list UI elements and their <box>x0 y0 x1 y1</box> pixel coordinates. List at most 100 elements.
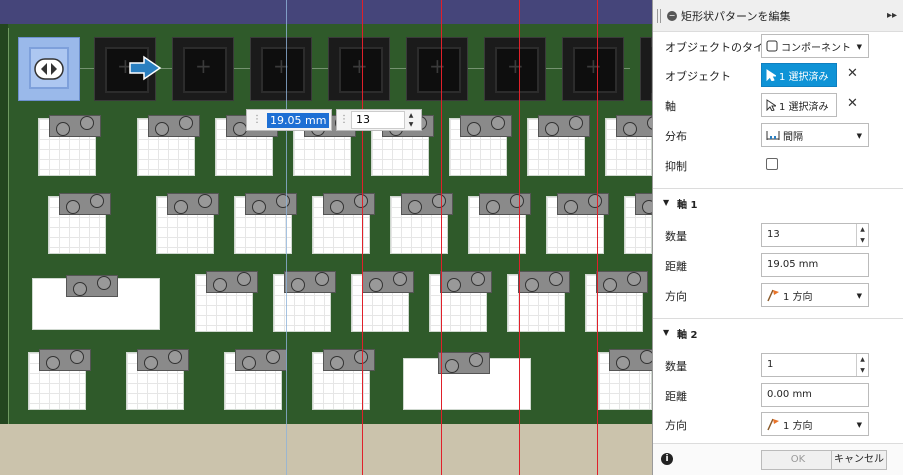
drag-handle-icon[interactable]: ⋮ <box>337 110 351 130</box>
spin-down-icon[interactable]: ▼ <box>857 365 868 376</box>
axis1-quantity-input[interactable]: 13 ▲ ▼ <box>761 223 869 247</box>
object-type-dropdown[interactable]: コンポーネント ▼ <box>761 34 869 58</box>
spin-down-icon[interactable]: ▼ <box>405 120 417 129</box>
cancel-button[interactable]: キャンセル <box>831 450 887 470</box>
axis-row: 軸 1 選択済み ✕ <box>653 91 903 119</box>
suppress-row: 抑制 <box>653 151 903 179</box>
distribution-row: 分布 間隔 ▼ <box>653 121 903 149</box>
distribution-label: 分布 <box>665 130 687 143</box>
ok-button[interactable]: OK <box>761 450 835 470</box>
quantity-spinner[interactable]: ▲ ▼ <box>856 224 868 246</box>
inline-distance-value[interactable]: 19.05 mm <box>267 112 330 128</box>
axis1-title: 軸 1 <box>677 200 698 211</box>
switch-stem-icon <box>34 58 64 80</box>
axis2-distance-value[interactable]: 0.00 mm <box>767 389 812 400</box>
footprint-mech <box>438 352 496 374</box>
axis2-direction-dropdown[interactable]: 1 方向 ▼ <box>761 412 869 436</box>
footprint <box>546 193 609 254</box>
minus-circle-icon[interactable]: − <box>667 10 677 21</box>
object-type-row: オブジェクトのタイプ コンポーネント ▼ <box>653 32 903 60</box>
axis1-direction-row: 方向 1 方向 ▼ <box>653 281 903 309</box>
axis2-quantity-value[interactable]: 1 <box>767 359 773 370</box>
suppress-checkbox[interactable] <box>766 158 778 170</box>
spin-down-icon[interactable]: ▼ <box>857 235 868 246</box>
flag-icon <box>767 289 779 302</box>
clear-axis-icon[interactable]: ✕ <box>847 97 858 111</box>
spacing-icon <box>766 131 780 140</box>
collapse-triangle-icon[interactable]: ▼ <box>663 328 669 337</box>
direction-arrow-icon[interactable] <box>128 55 162 81</box>
object-type-label: オブジェクトのタイプ <box>665 41 775 54</box>
collapse-triangle-icon[interactable]: ▼ <box>663 198 669 207</box>
axis1-distance-input[interactable]: 19.05 mm <box>761 253 869 277</box>
objects-row: オブジェクト 1 選択済み ✕ <box>653 61 903 89</box>
objects-value: 1 選択済み <box>779 71 829 83</box>
footprint <box>598 349 652 410</box>
pattern-line <box>441 0 442 475</box>
drag-handle-icon[interactable]: ⋮ <box>247 110 267 130</box>
clear-objects-icon[interactable]: ✕ <box>847 67 858 81</box>
distribution-dropdown[interactable]: 間隔 ▼ <box>761 123 869 147</box>
axis1-distance-row: 距離 19.05 mm <box>653 251 903 279</box>
pattern-instance <box>250 37 312 101</box>
spin-up-icon[interactable]: ▲ <box>857 224 868 235</box>
axis1-section-header[interactable]: ▼ 軸 1 <box>653 188 903 214</box>
footprint <box>429 271 492 332</box>
quantity-spinner[interactable]: ▲ ▼ <box>856 354 868 376</box>
footprint <box>390 193 453 254</box>
dialog-header[interactable]: − 矩形状パターンを編集 ▸▸ <box>653 0 903 32</box>
objects-select-button[interactable]: 1 選択済み <box>761 63 837 87</box>
axis2-quantity-row: 数量 1 ▲ ▼ <box>653 351 903 379</box>
axis1-quantity-row: 数量 13 ▲ ▼ <box>653 221 903 249</box>
axis2-quantity-input[interactable]: 1 ▲ ▼ <box>761 353 869 377</box>
drag-grip-icon[interactable] <box>657 8 661 23</box>
footprint <box>527 115 590 176</box>
footprint <box>351 271 414 332</box>
axis2-distance-row: 距離 0.00 mm <box>653 381 903 409</box>
pattern-instance <box>562 37 624 101</box>
spin-up-icon[interactable]: ▲ <box>857 354 868 365</box>
axis1-quantity-label: 数量 <box>665 230 687 243</box>
objects-label: オブジェクト <box>665 70 731 83</box>
spin-up-icon[interactable]: ▲ <box>405 111 417 120</box>
footprint <box>224 349 287 410</box>
axis1-quantity-value[interactable]: 13 <box>767 229 780 240</box>
inline-count-input[interactable]: ⋮ 13 ▲ ▼ <box>336 109 422 131</box>
pattern-line <box>597 0 598 475</box>
axis1-direction-value: 1 方向 <box>783 291 813 303</box>
suppress-label: 抑制 <box>665 160 687 173</box>
pattern-instance <box>640 37 652 101</box>
chevron-down-icon: ▼ <box>856 132 862 140</box>
chevron-down-icon: ▼ <box>856 292 862 300</box>
axis2-distance-input[interactable]: 0.00 mm <box>761 383 869 407</box>
background-bottom <box>0 424 652 475</box>
inline-count-value[interactable]: 13 <box>351 111 405 129</box>
selected-switch-component[interactable] <box>18 37 80 101</box>
dialog-title: 矩形状パターンを編集 <box>681 9 791 23</box>
axis2-title: 軸 2 <box>677 330 698 341</box>
expand-icon[interactable]: ▸▸ <box>887 10 897 21</box>
footprint-mech <box>66 275 124 297</box>
design-viewport[interactable]: ⋮ 19.05 mm ⋮ 13 ▲▼ <box>0 0 652 475</box>
axis2-direction-row: 方向 1 方向 ▼ <box>653 410 903 438</box>
count-spinner[interactable]: ▲ ▼ <box>405 111 417 129</box>
chevron-down-icon: ▼ <box>856 421 862 429</box>
cursor-icon <box>766 99 776 111</box>
pcb-board-edge <box>0 24 8 424</box>
axis2-section-header[interactable]: ▼ 軸 2 <box>653 318 903 344</box>
footprint <box>234 193 297 254</box>
pattern-instance <box>172 37 234 101</box>
pattern-instance <box>484 37 546 101</box>
pattern-instance <box>406 37 468 101</box>
dialog-footer: i OK キャンセル <box>653 443 903 475</box>
footprint <box>38 115 101 176</box>
axis-select-button[interactable]: 1 選択済み <box>761 93 837 117</box>
axis-guide-line <box>286 0 287 475</box>
inline-distance-input[interactable]: ⋮ 19.05 mm <box>246 109 332 131</box>
footprint <box>507 271 570 332</box>
pattern-instance <box>328 37 390 101</box>
info-icon[interactable]: i <box>661 453 673 465</box>
axis2-direction-label: 方向 <box>665 419 687 432</box>
axis1-direction-dropdown[interactable]: 1 方向 ▼ <box>761 283 869 307</box>
axis1-distance-value[interactable]: 19.05 mm <box>767 259 818 270</box>
